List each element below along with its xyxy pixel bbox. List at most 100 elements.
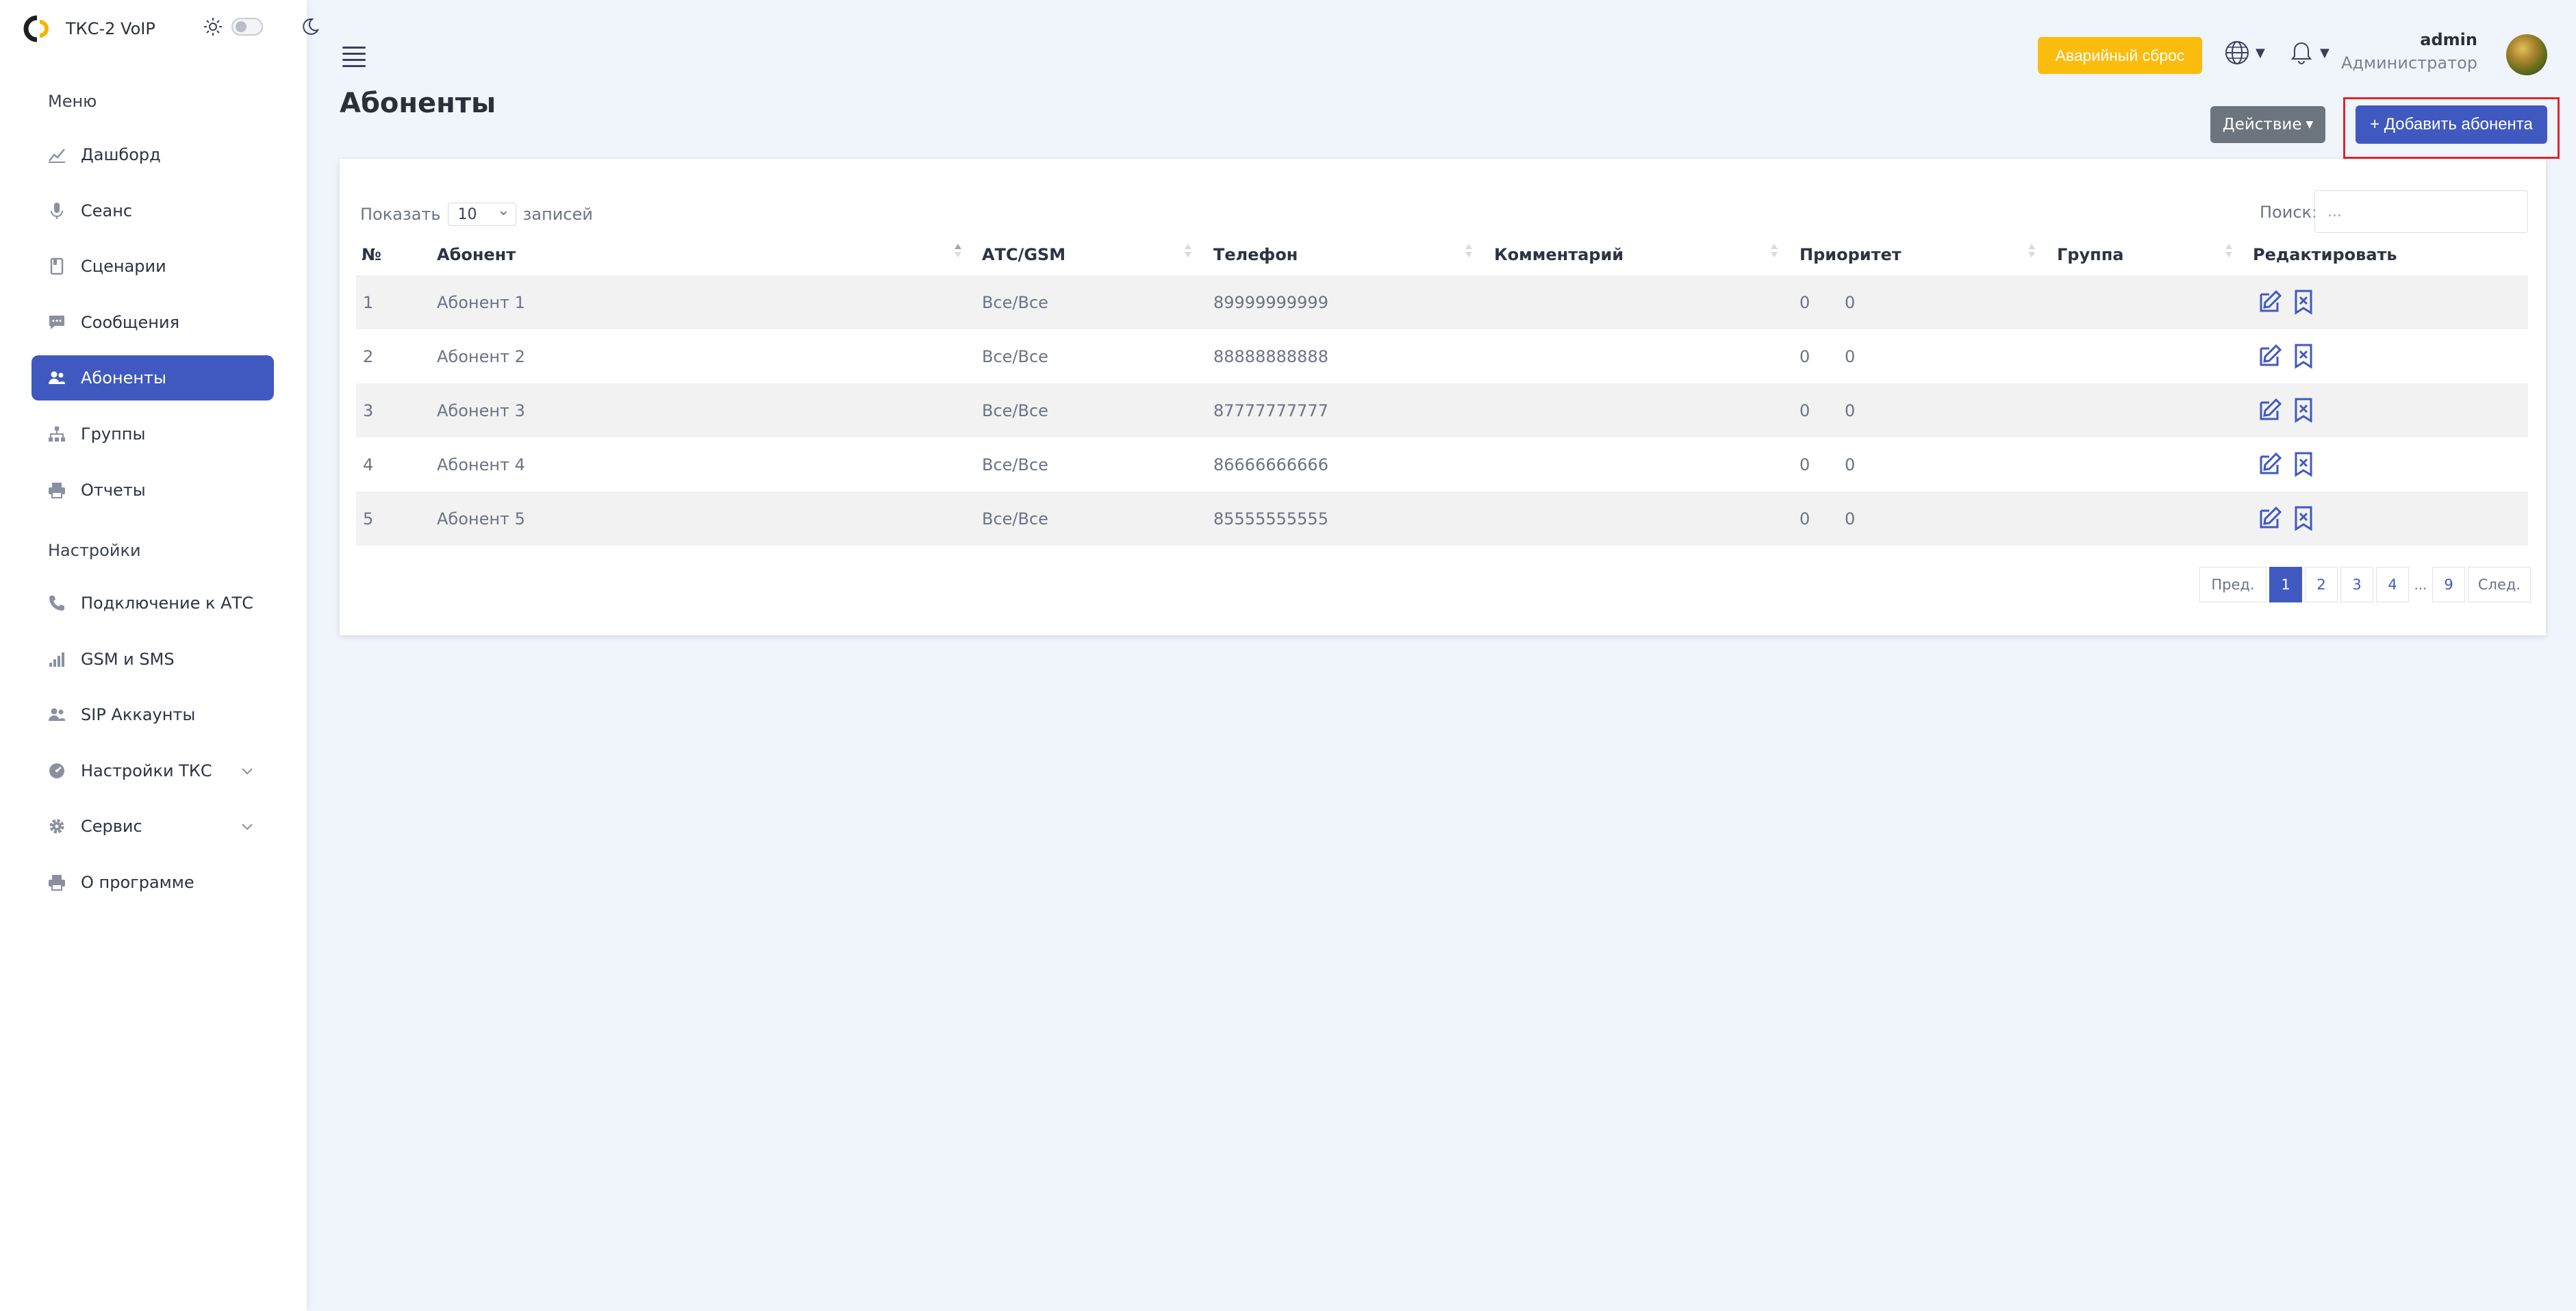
globe-icon xyxy=(2225,41,2249,64)
brand-name: ТКС-2 VoIP xyxy=(66,19,155,38)
cell-priority: 0 xyxy=(1800,509,1810,529)
pagination: Пред. 1 2 3 4 ... 9 След. xyxy=(2199,567,2534,602)
pagination-page-last[interactable]: 9 xyxy=(2432,567,2465,602)
emergency-reset-button[interactable]: Аварийный сброс xyxy=(2038,37,2202,74)
sort-icon xyxy=(1464,241,1474,262)
cell-ats-gsm: Все/Все xyxy=(982,401,1048,420)
column-header-phone[interactable]: Телефон xyxy=(1213,245,1298,264)
action-dropdown-button[interactable]: Действие ▼ xyxy=(2210,106,2325,143)
cell-priority: 0 xyxy=(1800,455,1810,474)
language-dropdown[interactable]: ▼ xyxy=(2224,40,2265,66)
hamburger-menu-icon[interactable] xyxy=(342,47,366,67)
pagination-prev[interactable]: Пред. xyxy=(2199,567,2266,602)
pagination-page-3[interactable]: 3 xyxy=(2340,567,2373,602)
sidebar-item-groups[interactable]: Группы xyxy=(31,411,274,457)
sidebar-item-sip-accounts[interactable]: SIP Аккаунты xyxy=(31,692,274,737)
theme-switch[interactable] xyxy=(231,18,263,36)
cell-num: 2 xyxy=(363,347,374,366)
sidebar-item-tks-settings[interactable]: Настройки ТКС xyxy=(31,748,274,793)
sidebar-item-gsm-sms[interactable]: GSM и SMS xyxy=(31,637,274,682)
caret-down-icon: ▼ xyxy=(2320,45,2329,60)
sort-icon xyxy=(953,241,963,262)
bookmark-x-icon[interactable] xyxy=(2293,505,2314,531)
sidebar-item-service[interactable]: Сервис xyxy=(31,804,274,849)
sidebar-item-label: Группы xyxy=(81,424,146,444)
pagination-page-2[interactable]: 2 xyxy=(2305,567,2338,602)
edit-icon[interactable] xyxy=(2258,289,2283,314)
sidebar-item-dashboard[interactable]: Дашборд xyxy=(31,132,274,177)
sitemap-icon xyxy=(49,427,65,442)
page-title: Абоненты xyxy=(340,88,496,119)
column-header-comment[interactable]: Комментарий xyxy=(1494,245,1624,264)
sort-icon xyxy=(2224,241,2234,262)
sidebar-item-label: Сообщения xyxy=(81,313,180,332)
sidebar-item-reports[interactable]: Отчеты xyxy=(31,468,274,513)
cell-phone: 86666666666 xyxy=(1213,455,1328,474)
pagination-page-4[interactable]: 4 xyxy=(2376,567,2409,602)
cell-priority: 0 xyxy=(1800,401,1810,420)
column-header-subscriber[interactable]: Абонент xyxy=(437,245,516,264)
caret-down-icon: ▼ xyxy=(2306,119,2314,130)
edit-icon[interactable] xyxy=(2258,451,2283,476)
signal-bars-icon xyxy=(49,652,64,667)
cell-priority: 0 xyxy=(1800,347,1810,366)
edit-icon[interactable] xyxy=(2258,343,2283,368)
search-input[interactable]: ... xyxy=(2314,190,2528,233)
sidebar-item-label: GSM и SMS xyxy=(81,650,175,669)
notifications-dropdown[interactable]: ▼ xyxy=(2288,40,2329,66)
table-row: 1 Абонент 1 Все/Все 89999999999 0 0 xyxy=(356,275,2528,329)
sidebar-item-ats-connection[interactable]: Подключение к АТС xyxy=(31,581,274,626)
table-row: 2 Абонент 2 Все/Все 88888888888 0 0 xyxy=(356,329,2528,383)
cell-priority: 0 xyxy=(1800,293,1810,312)
theme-toggle[interactable] xyxy=(203,16,320,37)
sidebar-item-messages[interactable]: Сообщения xyxy=(31,300,274,345)
sidebar-item-label: SIP Аккаунты xyxy=(81,705,196,724)
table-row: 4 Абонент 4 Все/Все 86666666666 0 0 xyxy=(356,437,2528,492)
pagination-next[interactable]: След. xyxy=(2468,567,2531,602)
sort-icon xyxy=(2027,241,2036,262)
column-header-num[interactable]: № xyxy=(362,245,381,264)
sidebar-item-label: О программе xyxy=(81,873,194,892)
edit-icon[interactable] xyxy=(2258,397,2283,422)
column-header-ats-gsm[interactable]: АТС/GSM xyxy=(982,245,1065,264)
sidebar-item-label: Подключение к АТС xyxy=(81,594,253,613)
avatar[interactable] xyxy=(2506,34,2547,75)
cell-ats-gsm: Все/Все xyxy=(982,347,1048,366)
brand[interactable]: ТКС-2 VoIP xyxy=(23,15,155,42)
page-length-control: Показать 10 записей xyxy=(360,202,593,226)
column-header-group[interactable]: Группа xyxy=(2057,245,2123,264)
cell-num: 3 xyxy=(363,401,374,420)
user-menu[interactable]: admin Администратор xyxy=(2341,30,2477,73)
bookmark-x-icon[interactable] xyxy=(2293,343,2314,369)
page-size-select[interactable]: 10 xyxy=(447,202,516,226)
table-row: 5 Абонент 5 Все/Все 85555555555 0 0 xyxy=(356,492,2528,546)
sidebar-item-label: Сценарии xyxy=(81,257,166,276)
users-icon xyxy=(49,708,65,721)
sidebar-item-subscribers[interactable]: Абоненты xyxy=(31,355,274,400)
action-label: Действие xyxy=(2222,116,2302,133)
user-name: admin xyxy=(2420,30,2477,49)
sidebar-item-about[interactable]: О программе xyxy=(31,860,274,905)
sidebar-item-session[interactable]: Сеанс xyxy=(31,188,274,233)
gauge-icon xyxy=(49,763,64,778)
bookmark-x-icon[interactable] xyxy=(2293,451,2314,477)
sidebar-item-scenarios[interactable]: Сценарии xyxy=(31,244,274,289)
column-header-priority[interactable]: Приоритет xyxy=(1800,245,1902,264)
sidebar: ТКС-2 VoIP Меню Дашборд Сеанс Сценарии С… xyxy=(0,0,320,1311)
bookmark-x-icon[interactable] xyxy=(2293,397,2314,423)
sort-icon xyxy=(1769,241,1779,262)
sidebar-item-label: Дашборд xyxy=(81,145,161,164)
add-subscriber-button[interactable]: + Добавить абонента xyxy=(2356,105,2547,144)
printer-icon xyxy=(49,875,65,891)
cell-priority-secondary: 0 xyxy=(1845,293,1856,312)
gear-icon xyxy=(49,819,64,834)
pagination-page-1[interactable]: 1 xyxy=(2269,567,2302,602)
bell-icon xyxy=(2291,42,2312,64)
cell-priority-secondary: 0 xyxy=(1845,401,1856,420)
printer-icon xyxy=(49,483,65,498)
cell-subscriber: Абонент 2 xyxy=(437,347,525,366)
bookmark-x-icon[interactable] xyxy=(2293,289,2314,315)
cell-ats-gsm: Все/Все xyxy=(982,509,1048,529)
table-header: № Абонент АТС/GSM Телефон Комментарий Пр… xyxy=(356,241,2528,270)
edit-icon[interactable] xyxy=(2258,505,2283,530)
